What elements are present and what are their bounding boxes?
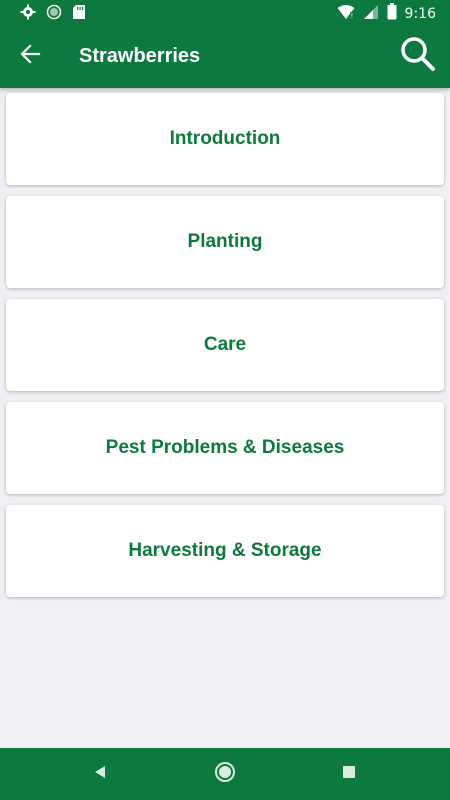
search-button[interactable] bbox=[398, 36, 438, 76]
nav-home-button[interactable] bbox=[212, 761, 238, 787]
status-time: 9:16 bbox=[404, 6, 436, 22]
section-card-introduction[interactable]: Introduction bbox=[6, 93, 444, 185]
home-circle-icon bbox=[214, 761, 236, 788]
system-nav-bar bbox=[0, 748, 450, 800]
nav-recents-button[interactable] bbox=[336, 761, 362, 787]
arrow-left-icon bbox=[19, 43, 41, 70]
sd-card-icon bbox=[72, 4, 86, 25]
status-left-icons bbox=[20, 4, 86, 25]
page-title: Strawberries bbox=[79, 45, 201, 67]
section-card-pest-problems[interactable]: Pest Problems & Diseases bbox=[6, 402, 444, 494]
status-right-icons: ! 9:16 bbox=[337, 3, 436, 25]
gear-icon bbox=[20, 4, 36, 25]
back-button[interactable] bbox=[14, 40, 46, 72]
svg-text:!: ! bbox=[350, 12, 353, 20]
nav-back-button[interactable] bbox=[87, 761, 113, 787]
status-bar: ! 9:16 bbox=[0, 0, 450, 24]
back-triangle-icon bbox=[92, 764, 108, 785]
section-card-harvesting[interactable]: Harvesting & Storage bbox=[6, 505, 444, 597]
sync-icon bbox=[46, 4, 62, 25]
section-card-planting[interactable]: Planting bbox=[6, 196, 444, 288]
search-icon bbox=[400, 36, 436, 77]
recents-square-icon bbox=[341, 764, 357, 785]
section-label: Pest Problems & Diseases bbox=[105, 437, 345, 458]
app-bar: Strawberries bbox=[0, 24, 450, 88]
section-label: Harvesting & Storage bbox=[128, 540, 322, 561]
section-list: Introduction Planting Care Pest Problems… bbox=[6, 93, 444, 608]
section-label: Care bbox=[203, 334, 247, 355]
signal-icon bbox=[363, 4, 379, 25]
section-card-care[interactable]: Care bbox=[6, 299, 444, 391]
section-label: Planting bbox=[187, 231, 263, 252]
section-label: Introduction bbox=[169, 128, 281, 149]
battery-icon bbox=[387, 3, 397, 25]
wifi-icon: ! bbox=[337, 4, 355, 25]
